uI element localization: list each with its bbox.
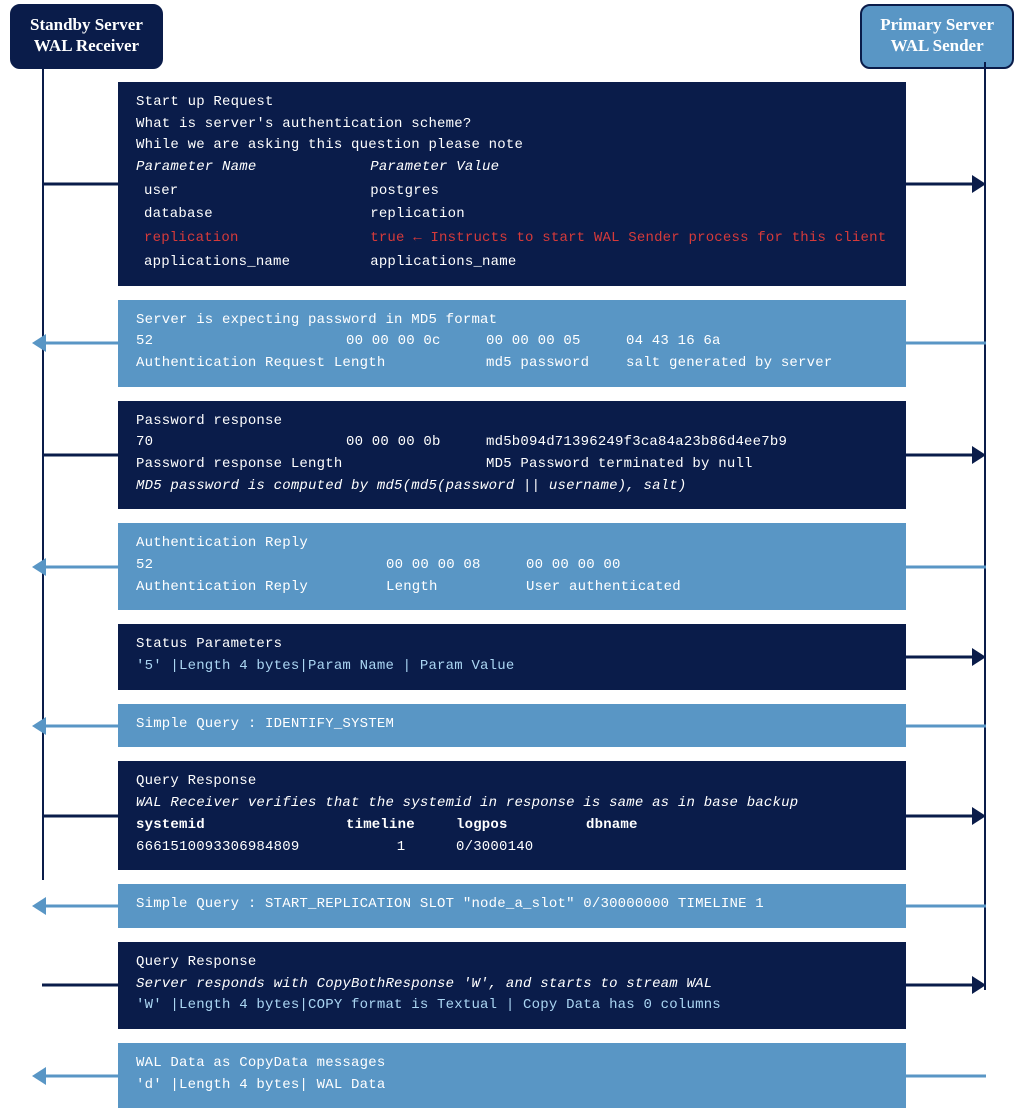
standby-header: Standby Server WAL Receiver [10,4,163,69]
pwd-l1: Password response [136,411,888,433]
pwd-c3: md5b094d71396249f3ca84a23b86d4ee7b9 [486,432,787,454]
pwd-note: MD5 password is computed by md5(md5(pass… [136,476,888,498]
msg-start-replication: Simple Query : START_REPLICATION SLOT "n… [118,884,906,928]
msg-query-response-copyboth: Query Response Server responds with Copy… [118,942,906,1029]
qr2-note: Server responds with CopyBothResponse 'W… [136,974,888,996]
qr1-note: WAL Receiver verifies that the systemid … [136,793,888,815]
primary-title-l1: Primary Server [880,14,994,35]
authreq-d3: salt generated by server [626,353,832,375]
msg-status-parameters: Status Parameters '5' |Length 4 bytes|Pa… [118,624,906,689]
authreply-d2: Length [386,577,526,599]
param-replication-v: true ← Instructs to start WAL Sender pro… [370,228,886,250]
msg-wal-data: WAL Data as CopyData messages 'd' |Lengt… [118,1043,906,1108]
wal-l1: WAL Data as CopyData messages [136,1053,888,1075]
param-value-header: Parameter Value [370,157,886,179]
authreply-c2: 00 00 00 08 [386,555,526,577]
param-database-k: database [136,204,290,226]
startup-l1: Start up Request [136,92,888,114]
wal-l2: 'd' |Length 4 bytes| WAL Data [136,1075,888,1097]
authreply-c3: 00 00 00 00 [526,555,621,577]
authreq-c3: 00 00 00 05 [486,331,626,353]
authreq-c2: 00 00 00 0c [346,331,486,353]
startup-l2: What is server's authentication scheme? [136,114,888,136]
msg-password-response: Password response 70 00 00 00 0b md5b094… [118,401,906,510]
status-l2: '5' |Length 4 bytes|Param Name | Param V… [136,656,888,678]
status-l1: Status Parameters [136,634,888,656]
param-user-v: postgres [370,181,886,203]
msg-query-response-identify: Query Response WAL Receiver verifies tha… [118,761,906,870]
qr1-h2: timeline [346,815,456,837]
authreply-l1: Authentication Reply [136,533,888,555]
messages-column: Start up Request What is server's authen… [118,82,906,1108]
msg-startup-request: Start up Request What is server's authen… [118,82,906,286]
msg-auth-request: Server is expecting password in MD5 form… [118,300,906,387]
param-name-header: Parameter Name [136,157,290,179]
param-appname-v: applications_name [370,252,886,274]
param-replication-k: replication [136,228,290,250]
msg-auth-reply: Authentication Reply 52 00 00 00 08 00 0… [118,523,906,610]
primary-header: Primary Server WAL Sender [860,4,1014,69]
primary-lifeline [984,62,986,990]
qr1-v4 [586,837,686,859]
param-user-k: user [136,181,290,203]
authreply-d1: Authentication Reply [136,577,386,599]
authreply-d3: User authenticated [526,577,681,599]
identify-l1: Simple Query : IDENTIFY_SYSTEM [136,714,888,736]
authreply-c1: 52 [136,555,386,577]
pwd-c2: 00 00 00 0b [346,432,486,454]
primary-title-l2: WAL Sender [880,35,994,56]
qr2-l1: Query Response [136,952,888,974]
startup-l3: While we are asking this question please… [136,135,888,157]
qr1-l1: Query Response [136,771,888,793]
pwd-c1: 70 [136,432,346,454]
qr1-h4: dbname [586,815,686,837]
pwd-d2: MD5 Password terminated by null [486,454,753,476]
diagram-stage: Standby Server WAL Receiver Primary Serv… [0,0,1024,1020]
qr1-v1: 6661510093306984809 [136,837,346,859]
authreq-c1: 52 [136,331,346,353]
standby-title-l2: WAL Receiver [30,35,143,56]
authreq-l1: Server is expecting password in MD5 form… [136,310,888,332]
qr1-h3: logpos [456,815,586,837]
authreq-c4: 04 43 16 6a [626,331,721,353]
qr1-h1: systemid [136,815,346,837]
authreq-d1: Authentication Request Length [136,353,486,375]
standby-title-l1: Standby Server [30,14,143,35]
qr1-v2: 1 [346,837,456,859]
startrep-l1: Simple Query : START_REPLICATION SLOT "n… [136,894,888,916]
msg-identify-system: Simple Query : IDENTIFY_SYSTEM [118,704,906,748]
authreq-d2: md5 password [486,353,626,375]
param-appname-k: applications_name [136,252,290,274]
param-database-v: replication [370,204,886,226]
qr1-v3: 0/3000140 [456,837,586,859]
qr2-l3: 'W' |Length 4 bytes|COPY format is Textu… [136,995,888,1017]
pwd-d1: Password response Length [136,454,486,476]
